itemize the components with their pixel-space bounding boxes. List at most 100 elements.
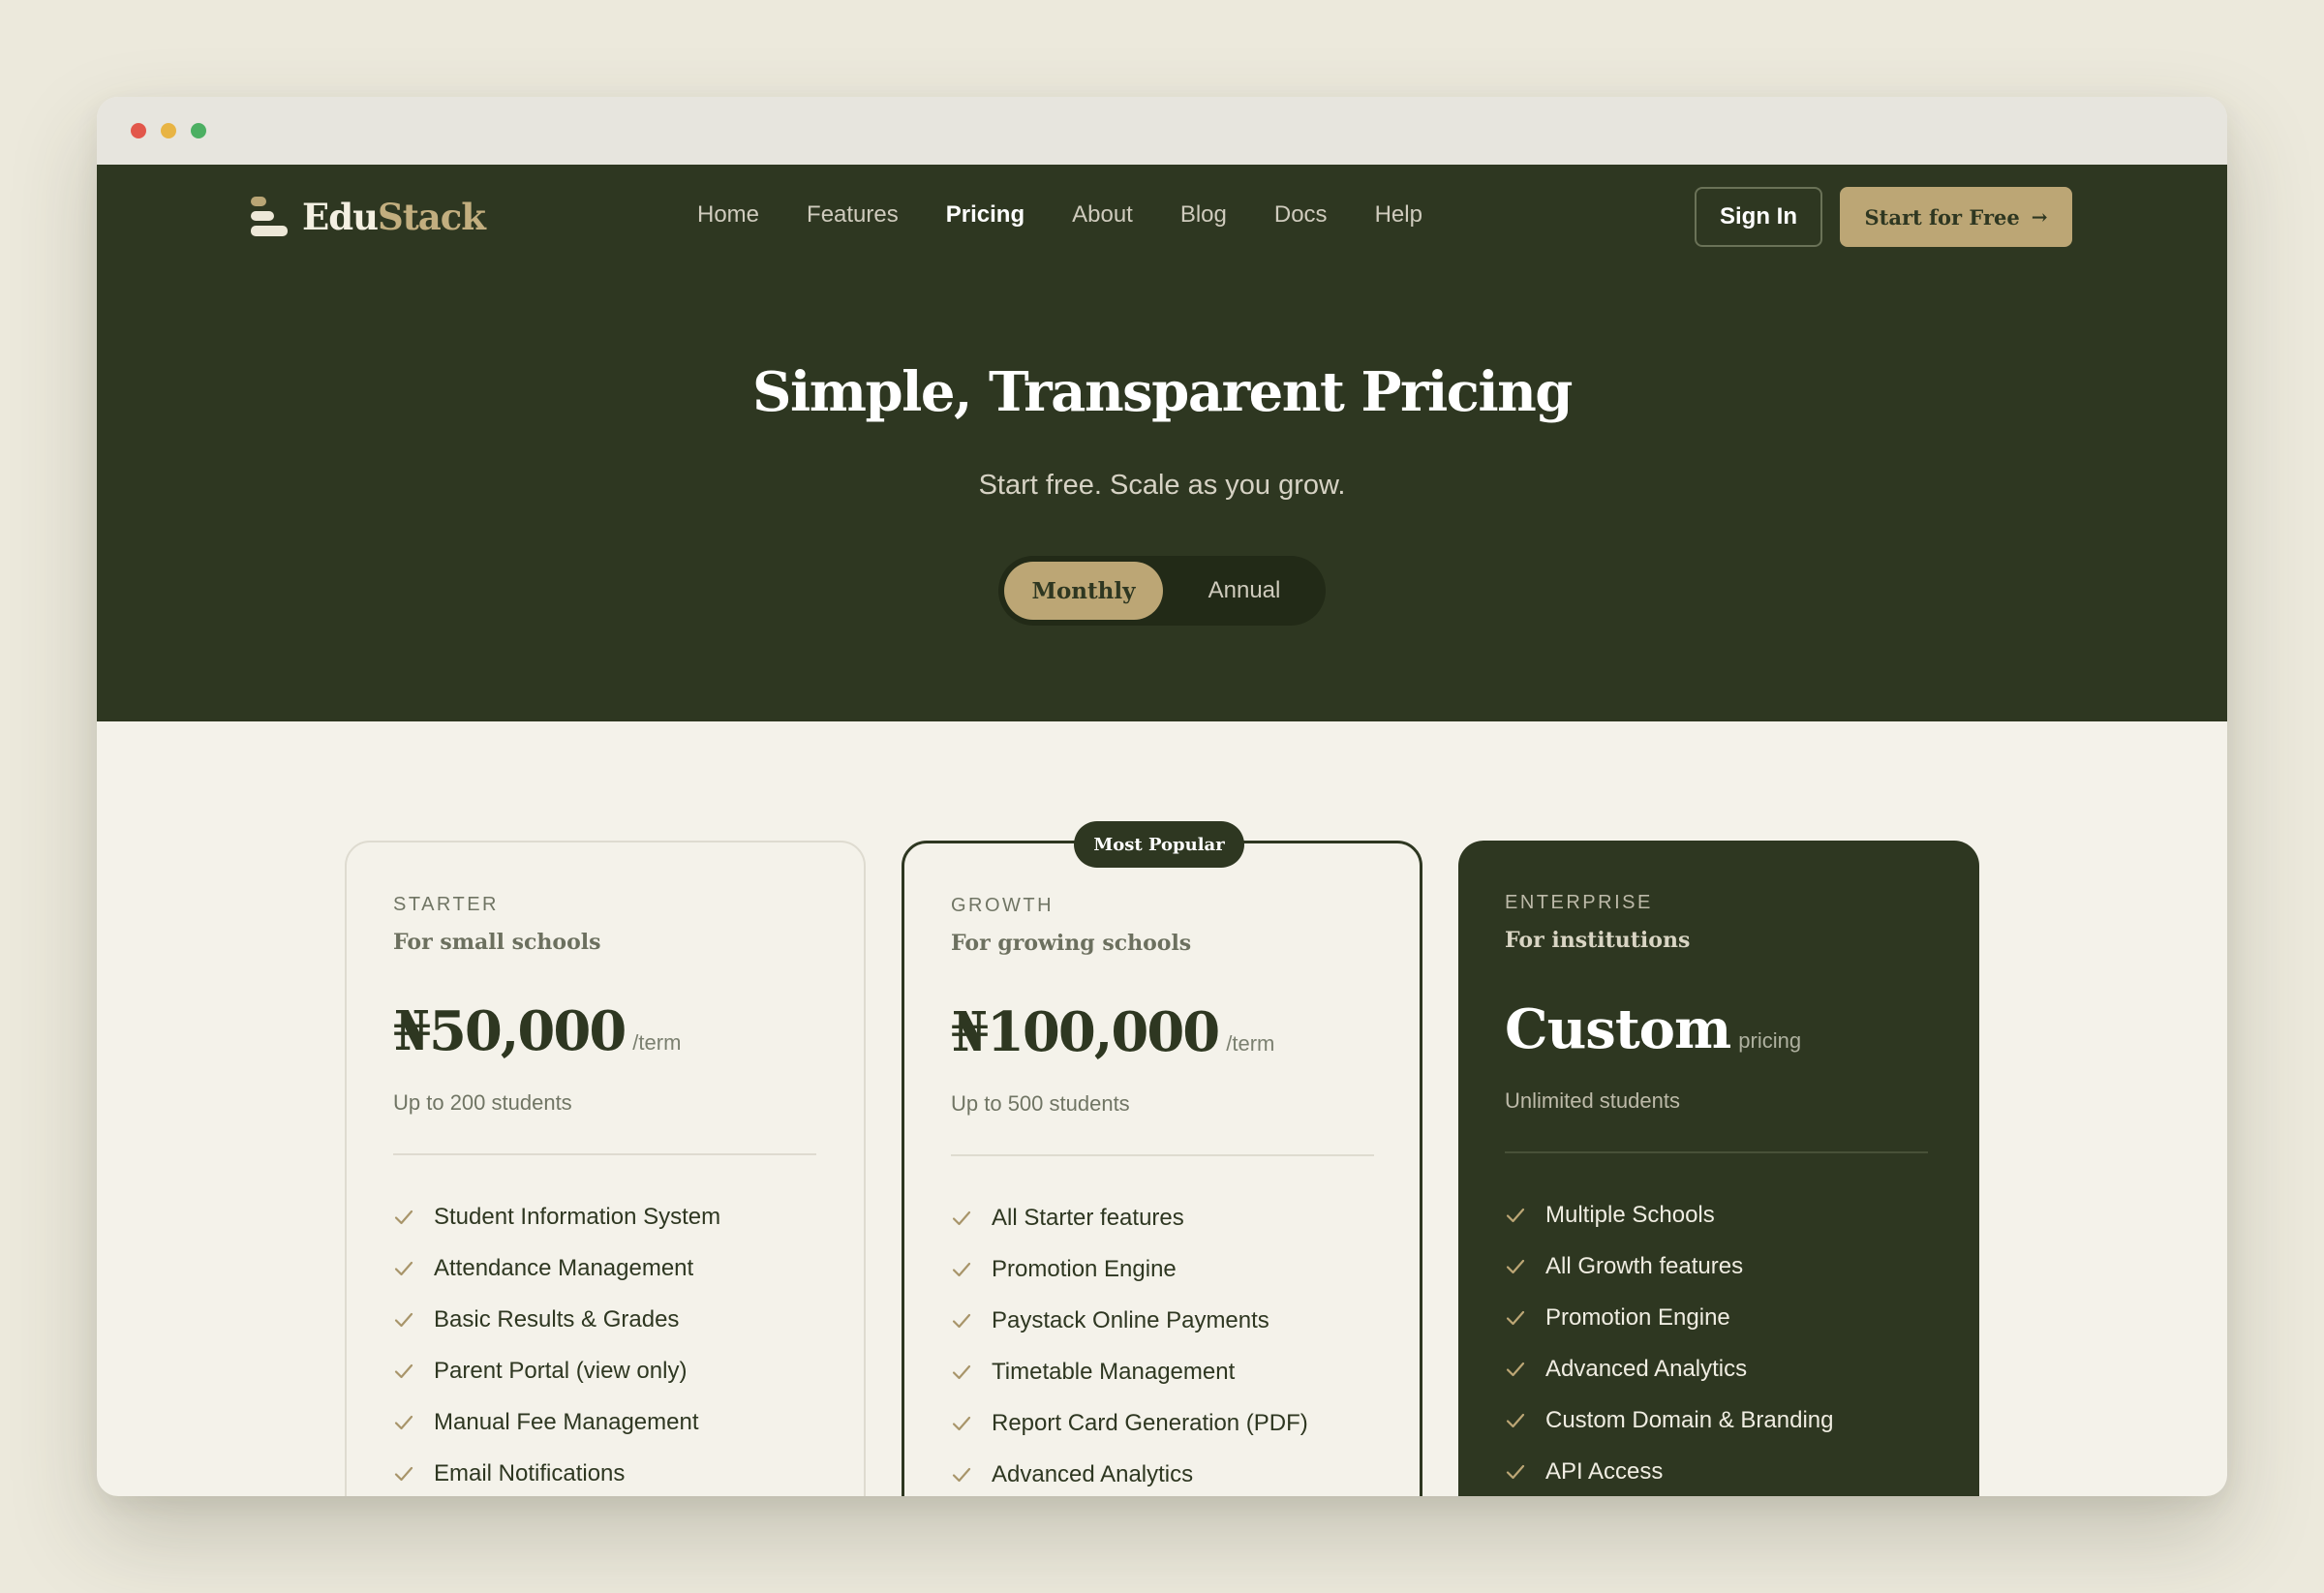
logo-text-accent: Stack (377, 196, 486, 238)
feature-text: Attendance Management (434, 1254, 694, 1281)
plan-feature-list: All Starter features Promotion Engine Pa… (951, 1192, 1308, 1496)
nav-link-home[interactable]: Home (697, 201, 759, 229)
plan-tier: GROWTH (951, 895, 1055, 916)
feature-item: Student Information System (393, 1191, 720, 1242)
feature-text: Email Notifications (434, 1459, 626, 1486)
plan-tagline: For small schools (393, 930, 601, 955)
check-icon (952, 1210, 971, 1225)
plan-price-row: Custom pricing (1505, 997, 1801, 1061)
check-icon (952, 1262, 971, 1276)
plan-price-row: ₦50,000 /term (393, 999, 681, 1063)
nav-link-about[interactable]: About (1072, 201, 1133, 229)
feature-item: Email Notifications (393, 1448, 720, 1496)
check-icon (952, 1416, 971, 1430)
feature-item: API Access (1505, 1446, 1833, 1496)
billing-period-toggle: Monthly Annual (998, 556, 1326, 626)
sign-in-label: Sign In (1720, 203, 1797, 230)
check-icon (1506, 1413, 1525, 1427)
browser-window: EduStack Home Features Pricing About Blo… (97, 97, 2227, 1496)
maximize-window-button[interactable] (191, 123, 206, 138)
feature-text: Paystack Online Payments (992, 1306, 1269, 1333)
plan-card-growth[interactable]: Most Popular GROWTH For growing schools … (902, 821, 1422, 1496)
plan-price-row: ₦100,000 /term (951, 1000, 1274, 1064)
feature-item: Custom Domain & Branding (1505, 1394, 1833, 1446)
plan-tier: ENTERPRISE (1505, 892, 1653, 913)
start-for-free-label: Start for Free (1864, 204, 2020, 230)
nav-links: Home Features Pricing About Blog Docs He… (697, 201, 1470, 229)
plan-feature-list: Student Information System Attendance Ma… (393, 1191, 720, 1496)
plan-divider (951, 1154, 1374, 1156)
plan-divider (1505, 1151, 1928, 1153)
feature-item: Promotion Engine (1505, 1292, 1833, 1343)
arrow-right-icon: → (2031, 205, 2048, 229)
feature-text: API Access (1545, 1457, 1664, 1485)
logo[interactable]: EduStack (249, 195, 486, 239)
most-popular-badge: Most Popular (1074, 821, 1244, 868)
feature-text: Parent Portal (view only) (434, 1357, 688, 1384)
top-navigation: EduStack Home Features Pricing About Blo… (97, 165, 2227, 269)
feature-item: All Starter features (951, 1192, 1308, 1243)
check-icon (1506, 1208, 1525, 1222)
check-icon (1506, 1464, 1525, 1479)
window-titlebar (97, 97, 2227, 165)
feature-item: Basic Results & Grades (393, 1294, 720, 1345)
feature-text: Manual Fee Management (434, 1408, 699, 1435)
plan-price: Custom (1505, 997, 1731, 1061)
check-icon (394, 1261, 413, 1275)
plan-student-limit: Unlimited students (1505, 1088, 1680, 1113)
plan-student-limit: Up to 500 students (951, 1091, 1130, 1116)
feature-item: Advanced Analytics (1505, 1343, 1833, 1394)
toggle-annual[interactable]: Annual (1168, 562, 1321, 620)
check-icon (952, 1364, 971, 1379)
check-icon (1506, 1259, 1525, 1273)
check-icon (394, 1466, 413, 1481)
check-icon (952, 1313, 971, 1328)
feature-item: Multiple Schools (1505, 1189, 1833, 1241)
feature-item: Timetable Management (951, 1346, 1308, 1397)
sign-in-button[interactable]: Sign In (1695, 187, 1822, 247)
plan-tier: STARTER (393, 894, 499, 915)
feature-text: Advanced Analytics (992, 1460, 1194, 1487)
check-icon (1506, 1362, 1525, 1376)
plan-price-unit: pricing (1738, 1028, 1802, 1053)
feature-item: All Growth features (1505, 1241, 1833, 1292)
feature-item: Promotion Engine (951, 1243, 1308, 1295)
feature-text: Promotion Engine (992, 1255, 1177, 1282)
feature-text: Student Information System (434, 1203, 721, 1230)
plan-price: ₦100,000 (951, 1000, 1220, 1064)
feature-text: All Growth features (1545, 1252, 1744, 1279)
plan-card-enterprise[interactable]: ENTERPRISE For institutions Custom prici… (1458, 841, 1979, 1496)
nav-link-pricing[interactable]: Pricing (946, 201, 1024, 229)
plan-price-unit: /term (1226, 1031, 1275, 1056)
nav-link-blog[interactable]: Blog (1180, 201, 1227, 229)
feature-item: Report Card Generation (PDF) (951, 1397, 1308, 1449)
plan-feature-list: Multiple Schools All Growth features Pro… (1505, 1189, 1833, 1496)
check-icon (394, 1415, 413, 1429)
feature-text: Advanced Analytics (1545, 1355, 1748, 1382)
feature-item: Manual Fee Management (393, 1396, 720, 1448)
feature-text: Custom Domain & Branding (1545, 1406, 1834, 1433)
check-icon (394, 1210, 413, 1224)
logo-wordmark: EduStack (302, 196, 486, 238)
plan-tagline: For institutions (1505, 928, 1691, 953)
feature-text: Report Card Generation (PDF) (992, 1409, 1308, 1436)
minimize-window-button[interactable] (161, 123, 176, 138)
page-title: Simple, Transparent Pricing (752, 360, 1573, 424)
plan-student-limit: Up to 200 students (393, 1090, 572, 1115)
plan-price-unit: /term (632, 1030, 682, 1055)
feature-text: Promotion Engine (1545, 1303, 1730, 1331)
feature-item: Parent Portal (view only) (393, 1345, 720, 1396)
nav-link-features[interactable]: Features (807, 201, 899, 229)
nav-link-docs[interactable]: Docs (1274, 201, 1328, 229)
feature-text: Basic Results & Grades (434, 1305, 680, 1333)
page-subtitle: Start free. Scale as you grow. (978, 470, 1346, 501)
check-icon (394, 1363, 413, 1378)
toggle-monthly[interactable]: Monthly (1004, 562, 1163, 620)
feature-text: Timetable Management (992, 1358, 1236, 1385)
nav-link-help[interactable]: Help (1375, 201, 1422, 229)
feature-item: Paystack Online Payments (951, 1295, 1308, 1346)
plan-price: ₦50,000 (393, 999, 627, 1063)
plan-card-starter[interactable]: STARTER For small schools ₦50,000 /term … (345, 841, 866, 1496)
start-for-free-button[interactable]: Start for Free → (1840, 187, 2072, 247)
close-window-button[interactable] (131, 123, 146, 138)
